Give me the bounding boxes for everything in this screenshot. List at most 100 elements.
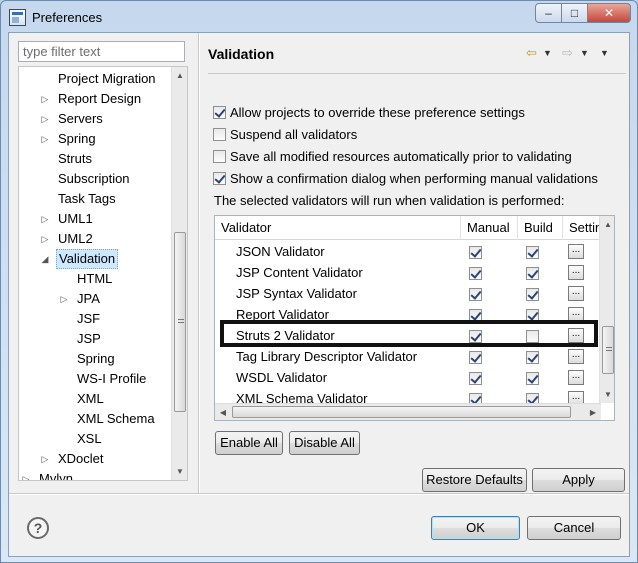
tree-item-label: UML1 [58, 211, 93, 226]
validators-table: Validator Manual Build Settings JSON Val… [214, 215, 615, 421]
validator-name: JSON Validator [236, 244, 325, 259]
tree-item-label: Spring [77, 351, 115, 366]
tree-item-label: WS-I Profile [77, 371, 147, 386]
scroll-up-arrow-icon[interactable]: ▲ [172, 67, 187, 84]
apply-button[interactable]: Apply [532, 468, 625, 492]
option-show-confirmation[interactable]: Show a confirmation dialog when performi… [213, 169, 598, 187]
preferences-app-icon [9, 9, 26, 26]
tree-scroll-thumb[interactable] [174, 232, 186, 412]
validator-name: JSP Content Validator [236, 265, 363, 280]
back-menu-chevron-icon[interactable]: ▼ [543, 48, 552, 58]
validator-name: WSDL Validator [236, 370, 328, 385]
tree-item-label: XDoclet [58, 451, 104, 466]
page-navigation: ⇦ ▼ ⇨ ▼ ▼ [526, 45, 621, 61]
table-row[interactable]: WSDL Validator... [215, 368, 601, 389]
build-checkbox[interactable] [526, 372, 539, 385]
column-header-build[interactable]: Build [518, 216, 563, 240]
minimize-button[interactable]: – [535, 3, 562, 23]
filter-input[interactable] [18, 41, 185, 62]
maximize-button[interactable]: □ [561, 3, 588, 23]
build-checkbox[interactable] [526, 351, 539, 364]
page-title: Validation [208, 46, 275, 62]
build-checkbox[interactable] [526, 288, 539, 301]
tree-item-label: Project Migration [58, 71, 156, 86]
tree-item-label: Task Tags [58, 191, 116, 206]
option-suspend-validators[interactable]: Suspend all validators [213, 125, 357, 143]
tree-item-label: Servers [58, 111, 103, 126]
table-hscroll-thumb[interactable] [232, 406, 571, 418]
collapsed-arrow-icon[interactable]: ▷ [40, 209, 50, 229]
manual-checkbox[interactable] [469, 372, 482, 385]
expanded-arrow-icon[interactable]: ◢ [40, 249, 50, 269]
manual-checkbox[interactable] [469, 351, 482, 364]
scroll-down-arrow-icon[interactable]: ▼ [172, 463, 187, 480]
column-header-manual[interactable]: Manual [461, 216, 518, 240]
settings-ellipsis-button[interactable]: ... [568, 265, 584, 280]
collapsed-arrow-icon[interactable]: ▷ [40, 89, 50, 109]
checkbox-suspend-validators[interactable] [213, 127, 226, 141]
scroll-right-arrow-icon[interactable]: ▶ [585, 404, 601, 420]
settings-ellipsis-button[interactable]: ... [568, 244, 584, 259]
view-menu-chevron-icon[interactable]: ▼ [600, 48, 609, 58]
forward-menu-chevron-icon[interactable]: ▼ [580, 48, 589, 58]
scroll-down-arrow-icon[interactable]: ▼ [600, 386, 614, 403]
manual-checkbox[interactable] [469, 267, 482, 280]
tree-item-label: XML [77, 391, 104, 406]
settings-ellipsis-button[interactable]: ... [568, 349, 584, 364]
validator-name: JSP Syntax Validator [236, 286, 357, 301]
collapsed-arrow-icon[interactable]: ▷ [40, 109, 50, 129]
table-row[interactable]: Tag Library Descriptor Validator... [215, 347, 601, 368]
column-header-validator[interactable]: Validator [215, 216, 461, 240]
tree-item-label: Report Design [58, 91, 142, 106]
table-row[interactable]: JSON Validator... [215, 242, 601, 263]
collapsed-arrow-icon[interactable]: ▷ [59, 289, 69, 309]
checkbox-save-modified[interactable] [213, 149, 226, 163]
window-controls: – □ ✕ [535, 3, 631, 23]
table-row[interactable]: JSP Content Validator... [215, 263, 601, 284]
dialog-client-area: Project Migration ▷ Report Design ▷ Servers ▷… [8, 32, 630, 557]
disable-all-button[interactable]: Disable All [289, 431, 360, 455]
collapsed-arrow-icon[interactable]: ▷ [40, 129, 50, 149]
settings-ellipsis-button[interactable]: ... [568, 286, 584, 301]
scroll-left-arrow-icon[interactable]: ◀ [215, 404, 231, 420]
build-checkbox[interactable] [526, 246, 539, 259]
forward-arrow-icon[interactable]: ⇨ [562, 45, 573, 61]
tree-item-label: Mylyn [39, 471, 73, 481]
option-label: Suspend all validators [230, 126, 358, 142]
collapsed-arrow-icon[interactable]: ▷ [40, 229, 50, 249]
checkbox-show-confirmation[interactable] [213, 171, 226, 185]
table-horizontal-scrollbar[interactable]: ◀ ▶ [215, 403, 601, 420]
ok-button[interactable]: OK [431, 516, 520, 540]
tree-scrollbar[interactable]: ▲ ▼ [171, 67, 187, 480]
tree-item-label: Struts [58, 151, 92, 166]
table-vertical-scrollbar[interactable]: ▲ ▼ [599, 216, 614, 403]
restore-defaults-button[interactable]: Restore Defaults [422, 468, 527, 492]
validator-name: Tag Library Descriptor Validator [236, 349, 418, 364]
manual-checkbox[interactable] [469, 288, 482, 301]
column-header-settings[interactable]: Settings [563, 216, 603, 240]
enable-all-button[interactable]: Enable All [215, 431, 283, 455]
option-allow-override[interactable]: Allow projects to override these prefere… [213, 103, 525, 121]
title-separator [208, 73, 626, 74]
scroll-up-arrow-icon[interactable]: ▲ [600, 216, 614, 233]
tree-item-label: Validation [56, 249, 119, 269]
option-label: Allow projects to override these prefere… [230, 104, 525, 120]
tree-item-label: Spring [58, 131, 96, 146]
table-header: Validator Manual Build Settings [215, 216, 603, 240]
manual-checkbox[interactable] [469, 246, 482, 259]
validators-caption: The selected validators will run when va… [214, 193, 565, 208]
build-checkbox[interactable] [526, 267, 539, 280]
title-bar[interactable]: Preferences – □ ✕ [1, 1, 637, 33]
close-button[interactable]: ✕ [587, 3, 631, 23]
checkbox-allow-override[interactable] [213, 105, 226, 119]
table-scroll-thumb[interactable] [602, 326, 614, 374]
settings-ellipsis-button[interactable]: ... [568, 370, 584, 385]
preferences-tree: Project Migration ▷ Report Design ▷ Servers ▷… [18, 66, 188, 481]
table-row[interactable]: JSP Syntax Validator... [215, 284, 601, 305]
collapsed-arrow-icon[interactable]: ▷ [40, 449, 50, 469]
option-save-modified[interactable]: Save all modified resources automaticall… [213, 147, 572, 165]
collapsed-arrow-icon[interactable]: ▷ [21, 469, 31, 480]
back-arrow-icon[interactable]: ⇦ [526, 45, 537, 61]
cancel-button[interactable]: Cancel [527, 516, 621, 540]
help-icon[interactable]: ? [27, 517, 49, 539]
